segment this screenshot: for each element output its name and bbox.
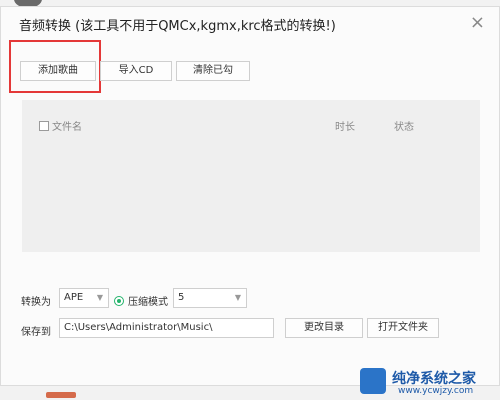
- audio-convert-dialog: 音频转换 (该工具不用于QMCx,kgmx,krc格式的转换!) × 添加歌曲 …: [0, 6, 500, 386]
- save-to-label: 保存到: [21, 327, 51, 338]
- file-list[interactable]: 文件名 时长 状态: [22, 100, 480, 252]
- radio-selected-dot: [117, 299, 121, 303]
- watermark-name: 纯净系统之家: [392, 371, 476, 387]
- watermark-logo-icon: [360, 368, 386, 394]
- background-tag: [46, 392, 76, 398]
- convert-to-label: 转换为: [21, 297, 51, 308]
- chevron-down-icon: ▼: [96, 293, 103, 302]
- add-song-button[interactable]: 添加歌曲: [20, 61, 96, 81]
- file-list-header: 文件名 时长 状态: [22, 100, 480, 133]
- compression-level-value: 5: [178, 292, 185, 303]
- close-icon[interactable]: ×: [470, 12, 485, 33]
- watermark-url: www.ycwjzy.com: [398, 386, 474, 396]
- compression-label: 压缩模式: [128, 297, 168, 308]
- format-value: APE: [64, 292, 84, 303]
- column-filename: 文件名: [52, 122, 82, 133]
- import-cd-button[interactable]: 导入CD: [100, 61, 172, 81]
- compression-radio[interactable]: [114, 296, 124, 306]
- select-all-checkbox[interactable]: [39, 121, 49, 131]
- open-folder-button[interactable]: 打开文件夹: [367, 318, 439, 338]
- column-status: 状态: [394, 122, 414, 133]
- chevron-down-icon: ▼: [234, 293, 241, 302]
- save-path-field[interactable]: C:\Users\Administrator\Music\: [59, 318, 274, 338]
- compression-level-select[interactable]: 5 ▼: [173, 288, 247, 308]
- column-duration: 时长: [335, 122, 355, 133]
- format-select[interactable]: APE ▼: [59, 288, 109, 308]
- dialog-title: 音频转换 (该工具不用于QMCx,kgmx,krc格式的转换!): [19, 19, 336, 34]
- change-directory-button[interactable]: 更改目录: [285, 318, 363, 338]
- title-bar: 音频转换 (该工具不用于QMCx,kgmx,krc格式的转换!) ×: [1, 7, 499, 39]
- clear-checked-button[interactable]: 清除已勾: [176, 61, 250, 81]
